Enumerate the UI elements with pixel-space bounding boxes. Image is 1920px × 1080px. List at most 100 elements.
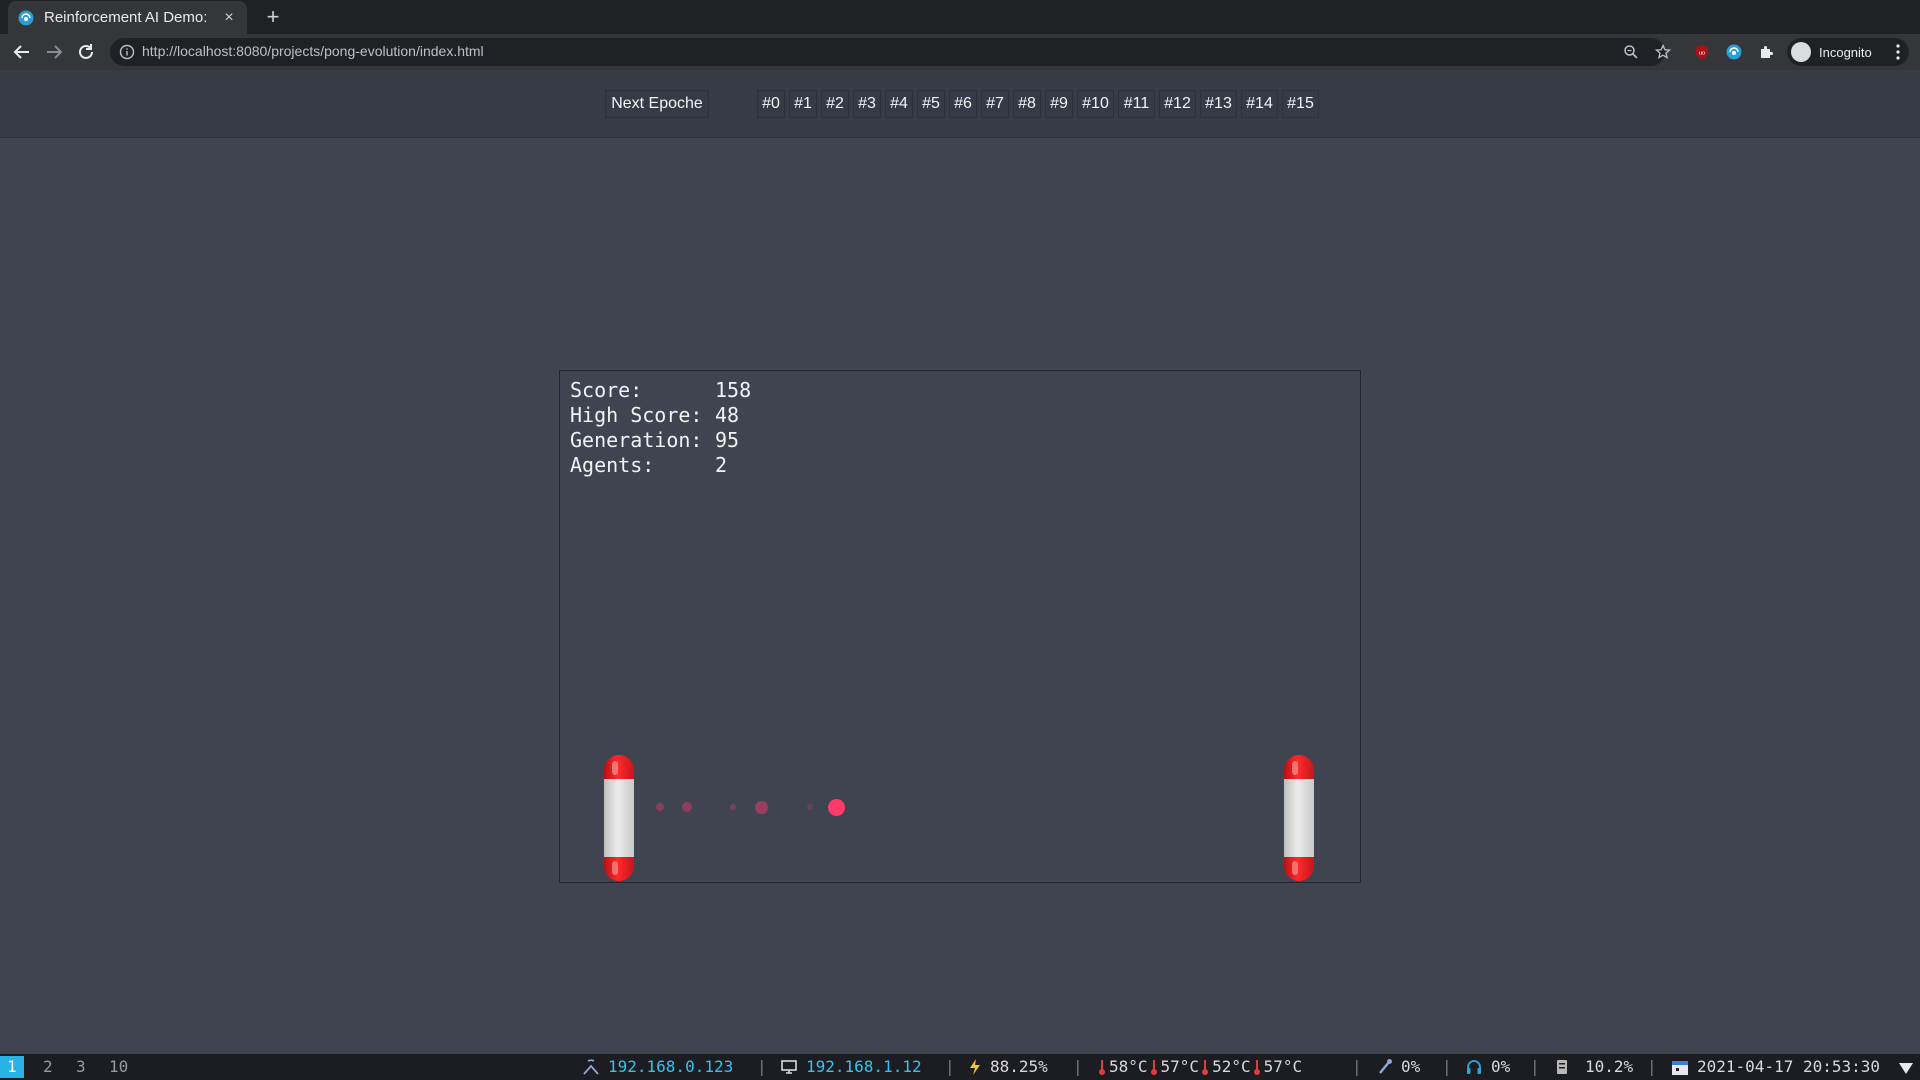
browser-tab[interactable]: Reinforcement AI Demo: × (8, 1, 247, 34)
epoch-button-3[interactable]: #3 (853, 90, 881, 118)
game-stats: Score: 158 High Score: 48 Generation: 95 Ag… (570, 378, 751, 478)
wifi-status: 192.168.0.123 (582, 1054, 733, 1080)
app-extension-icon[interactable] (1726, 44, 1742, 60)
next-epoche-button[interactable]: Next Epoche (605, 90, 709, 118)
forward-arrow-icon[interactable] (42, 40, 66, 64)
separator: | (1442, 1057, 1452, 1076)
high-score-value: 48 (715, 403, 740, 427)
mic-value: 0% (1401, 1057, 1421, 1076)
separator: | (1352, 1057, 1362, 1076)
site-info-icon[interactable] (119, 44, 135, 60)
wifi-ip: 192.168.0.123 (608, 1057, 734, 1076)
epoch-button-6[interactable]: #6 (949, 90, 977, 118)
incognito-label: Incognito (1819, 44, 1872, 60)
incognito-avatar-icon (1791, 42, 1811, 62)
disk-icon (1557, 1060, 1567, 1074)
headphones-icon (1467, 1060, 1481, 1074)
workspace-3[interactable]: 3 (69, 1056, 93, 1078)
clock-status: 2021-04-17 20:53:30 (1671, 1054, 1880, 1080)
epoch-button-5[interactable]: #5 (917, 90, 945, 118)
agents-value: 2 (715, 453, 728, 477)
epoch-button-1[interactable]: #1 (789, 90, 817, 118)
workspace-10[interactable]: 10 (102, 1056, 135, 1078)
temperature-2: 57°C (1160, 1057, 1200, 1076)
epoch-button-2[interactable]: #2 (821, 90, 849, 118)
address-bar[interactable]: http://localhost:8080/projects/pong-evol… (110, 38, 1671, 66)
epoch-button-15[interactable]: #15 (1282, 90, 1319, 118)
new-tab-button[interactable]: + (259, 3, 287, 31)
right-paddle (1284, 755, 1314, 881)
lan-ip: 192.168.1.12 (806, 1057, 922, 1076)
epoch-button-13[interactable]: #13 (1200, 90, 1237, 118)
temperature-1: 58°C (1109, 1057, 1148, 1076)
thermometer-icon (1099, 1060, 1105, 1075)
mic-status: 0% (1377, 1054, 1420, 1080)
separator: | (1530, 1057, 1540, 1076)
disk-status: 10.2% (1555, 1054, 1633, 1080)
tab-close-icon[interactable]: × (221, 9, 237, 27)
epoch-button-4[interactable]: #4 (885, 90, 913, 118)
reload-icon[interactable] (74, 40, 98, 64)
epoch-navigation: Next Epoche #0 #1 #2 #3 #4 #5 #6 #7 #8 #9 #10 #11 #1… (0, 70, 1920, 138)
tray-arrow-icon[interactable] (1898, 1061, 1914, 1075)
ball-trail-dot (730, 804, 736, 810)
generation-label: Generation: (570, 428, 703, 452)
thermometer-icon (1253, 1060, 1260, 1075)
zoom-icon[interactable] (1623, 44, 1639, 60)
ball-trail-dot (755, 801, 768, 814)
ball-trail-dot (682, 802, 692, 812)
score-label: Score: (570, 378, 643, 402)
epoch-button-0[interactable]: #0 (757, 90, 785, 118)
microphone-icon (1379, 1059, 1392, 1074)
lan-status: 192.168.1.12 (780, 1054, 922, 1080)
separator: | (945, 1057, 955, 1076)
epoch-button-7[interactable]: #7 (981, 90, 1009, 118)
epoch-button-12[interactable]: #12 (1159, 90, 1196, 118)
ball-trail-dot (807, 804, 813, 810)
pong-game-canvas: Score: 158 High Score: 48 Generation: 95 Ag… (559, 370, 1361, 883)
ball (828, 799, 845, 816)
browser-tab-strip: Reinforcement AI Demo: × + (0, 0, 1920, 34)
thermometer-icon (1150, 1060, 1157, 1075)
epoch-button-14[interactable]: #14 (1241, 90, 1278, 118)
datetime: 2021-04-17 20:53:30 (1697, 1057, 1881, 1076)
battery-value: 88.25% (990, 1057, 1048, 1076)
page-content: Next Epoche #0 #1 #2 #3 #4 #5 #6 #7 #8 #9 #10 #11 #1… (0, 70, 1920, 1054)
score-value: 158 (715, 378, 752, 402)
workspace-1[interactable]: 1 (0, 1056, 24, 1078)
battery-status: 88.25% (968, 1054, 1048, 1080)
ball-trail-dot (656, 803, 664, 811)
high-score-label: High Score: (570, 403, 703, 427)
url-text[interactable]: http://localhost:8080/projects/pong-evol… (142, 43, 484, 59)
wifi-antenna-icon (583, 1059, 599, 1075)
epoch-button-10[interactable]: #10 (1077, 90, 1114, 118)
temperature-4: 57°C (1263, 1057, 1303, 1076)
separator: | (1073, 1057, 1083, 1076)
thermometer-icon (1202, 1060, 1209, 1075)
left-paddle (604, 755, 634, 881)
svg-text:uo: uo (1699, 51, 1705, 57)
globe-favicon-icon (18, 10, 34, 25)
epoch-button-8[interactable]: #8 (1013, 90, 1041, 118)
browser-toolbar: http://localhost:8080/projects/pong-evol… (0, 34, 1920, 70)
ublock-extension-icon[interactable]: uo (1694, 44, 1710, 60)
workspace-2[interactable]: 2 (36, 1056, 60, 1078)
system-status-bar: 1 2 3 10 192.168.0.123 | 192.168.1.12 | … (0, 1054, 1920, 1080)
separator: | (757, 1057, 767, 1076)
separator: | (1647, 1057, 1657, 1076)
back-arrow-icon[interactable] (10, 40, 34, 64)
monitor-icon (781, 1060, 797, 1074)
epoch-button-11[interactable]: #11 (1118, 90, 1155, 118)
volume-status: 0% (1465, 1054, 1510, 1080)
generation-value: 95 (715, 428, 740, 452)
temperature-3: 52°C (1212, 1057, 1251, 1076)
bookmark-star-icon[interactable] (1655, 44, 1671, 60)
epoch-button-9[interactable]: #9 (1045, 90, 1073, 118)
lightning-icon (970, 1059, 980, 1075)
disk-value: 10.2% (1585, 1057, 1634, 1076)
tab-title: Reinforcement AI Demo: (44, 9, 208, 26)
browser-menu-icon[interactable] (1890, 42, 1906, 62)
agents-label: Agents: (570, 453, 655, 477)
temperature-status: 58°C 57°C 52°C 57°C (1098, 1054, 1302, 1080)
extensions-puzzle-icon[interactable] (1758, 44, 1774, 60)
